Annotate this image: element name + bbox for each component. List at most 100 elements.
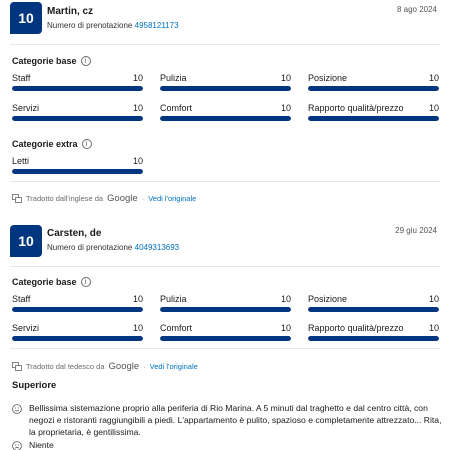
category-value-for-money: Rapporto qualità/prezzo 10 xyxy=(308,103,439,121)
category-score: 10 xyxy=(132,103,143,113)
divider xyxy=(10,266,440,267)
category-label: Comfort xyxy=(160,103,193,113)
review-date: 8 ago 2024 xyxy=(396,5,437,14)
category-bar xyxy=(308,86,439,91)
info-icon[interactable]: i xyxy=(80,56,91,66)
category-label: Staff xyxy=(12,294,31,304)
category-label: Rapporto qualità/prezzo xyxy=(308,323,404,333)
reviewer-name: Carsten, de xyxy=(47,228,102,239)
category-score: 10 xyxy=(428,323,439,333)
category-bar xyxy=(12,307,143,312)
category-label: Rapporto qualità/prezzo xyxy=(308,103,404,113)
category-value-for-money: Rapporto qualità/prezzo 10 xyxy=(308,323,439,341)
see-original-link[interactable]: Vedi l'originale xyxy=(150,362,198,371)
category-label: Posizione xyxy=(308,73,348,83)
base-categories-label: Categorie base xyxy=(12,56,77,66)
translate-icon xyxy=(12,194,22,203)
divider xyxy=(10,348,440,349)
category-bar xyxy=(12,169,143,174)
info-icon[interactable]: i xyxy=(81,139,92,149)
category-pulizia: Pulizia 10 xyxy=(160,73,291,91)
divider xyxy=(10,181,440,182)
category-bar-fill xyxy=(160,307,291,312)
category-score: 10 xyxy=(280,294,291,304)
category-score: 10 xyxy=(132,156,143,166)
category-bar xyxy=(160,86,291,91)
see-original-link[interactable]: Vedi l'originale xyxy=(148,194,196,203)
booking-number: Numero di prenotazione 4049313693 xyxy=(47,243,179,252)
category-pulizia: Pulizia 10 xyxy=(160,294,291,312)
translated-from: Tradotto dal tedesco da xyxy=(26,362,105,371)
booking-number: Numero di prenotazione 4958121173 xyxy=(47,21,179,30)
info-icon[interactable]: i xyxy=(80,277,91,287)
frown-icon xyxy=(12,441,22,450)
category-score: 10 xyxy=(132,323,143,333)
category-bar xyxy=(12,116,143,121)
base-categories-title: Categorie base i xyxy=(12,56,91,66)
booking-label: Numero di prenotazione xyxy=(47,243,133,252)
category-bar-fill xyxy=(308,86,439,91)
negative-review-text: Niente xyxy=(29,440,54,450)
category-servizi: Servizi 10 xyxy=(12,323,143,341)
category-label: Staff xyxy=(12,73,31,83)
category-label: Comfort xyxy=(160,323,193,333)
review-score-badge: 10 xyxy=(10,225,42,257)
category-bar xyxy=(12,336,143,341)
category-bar xyxy=(12,86,143,91)
category-servizi: Servizi 10 xyxy=(12,103,143,121)
category-score: 10 xyxy=(428,103,439,113)
base-categories-title: Categorie base i xyxy=(12,277,91,287)
category-bar-fill xyxy=(160,116,291,121)
category-bar xyxy=(160,307,291,312)
positive-review-text: Bellissima sistemazione proprio alla per… xyxy=(29,403,442,437)
category-label: Servizi xyxy=(12,103,40,113)
category-bar xyxy=(308,307,439,312)
category-bar xyxy=(160,116,291,121)
category-score: 10 xyxy=(132,73,143,83)
category-score: 10 xyxy=(428,73,439,83)
category-letti: Letti 10 xyxy=(12,156,143,174)
category-bar xyxy=(308,116,439,121)
booking-label: Numero di prenotazione xyxy=(47,21,133,30)
category-bar-fill xyxy=(308,116,439,121)
translate-icon xyxy=(12,362,22,371)
category-score: 10 xyxy=(132,294,143,304)
review-date: 29 giu 2024 xyxy=(395,226,437,235)
category-bar-fill xyxy=(160,336,291,341)
review-score-badge: 10 xyxy=(10,2,42,34)
category-bar-fill xyxy=(12,86,143,91)
category-label: Pulizia xyxy=(160,294,187,304)
google-logo: Google xyxy=(107,193,138,204)
category-score: 10 xyxy=(280,103,291,113)
category-staff: Staff 10 xyxy=(12,73,143,91)
booking-number-value[interactable]: 4049313693 xyxy=(135,243,180,252)
category-bar-fill xyxy=(308,336,439,341)
category-bar-fill xyxy=(160,86,291,91)
divider xyxy=(10,44,440,45)
category-score: 10 xyxy=(428,294,439,304)
translation-note: Tradotto dall'inglese da Google · Vedi l… xyxy=(12,193,196,204)
category-bar-fill xyxy=(308,307,439,312)
category-comfort: Comfort 10 xyxy=(160,103,291,121)
google-logo: Google xyxy=(108,361,140,372)
smile-icon xyxy=(12,404,22,414)
category-label: Posizione xyxy=(308,294,348,304)
category-score: 10 xyxy=(280,323,291,333)
base-categories-label: Categorie base xyxy=(12,277,77,287)
translated-from: Tradotto dall'inglese da xyxy=(26,194,104,203)
category-bar-fill xyxy=(12,169,143,174)
category-comfort: Comfort 10 xyxy=(160,323,291,341)
category-staff: Staff 10 xyxy=(12,294,143,312)
extra-categories-title: Categorie extra i xyxy=(12,139,92,149)
category-bar xyxy=(308,336,439,341)
category-posizione: Posizione 10 xyxy=(308,73,439,91)
separator: · xyxy=(141,194,145,203)
booking-number-value[interactable]: 4958121173 xyxy=(135,21,179,30)
reviewer-name: Martin, cz xyxy=(47,6,94,17)
category-bar xyxy=(160,336,291,341)
category-posizione: Posizione 10 xyxy=(308,294,439,312)
separator: · xyxy=(143,362,146,371)
category-bar-fill xyxy=(12,336,143,341)
extra-categories-label: Categorie extra xyxy=(12,139,78,149)
category-bar-fill xyxy=(12,116,143,121)
